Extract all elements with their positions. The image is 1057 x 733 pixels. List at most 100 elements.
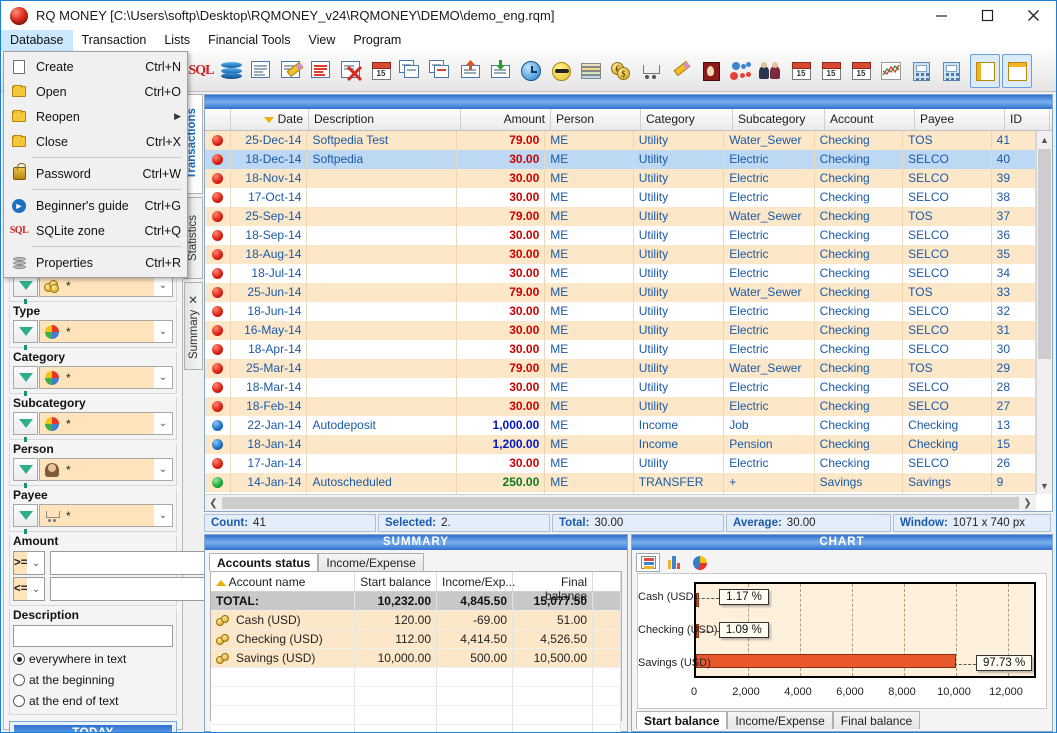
table-row[interactable]: 25-Mar-14 79.00 ME Utility Water_Sewer Checki… <box>205 359 1036 378</box>
scroll-left-icon[interactable]: ❮ <box>205 495 222 511</box>
copy-transactions-icon[interactable] <box>397 54 425 88</box>
cancel-record-icon[interactable] <box>337 54 365 88</box>
radio-at-the-beginning[interactable]: at the beginning <box>13 671 173 689</box>
scroll-down-icon[interactable]: ▼ <box>1037 477 1052 494</box>
filter-funnel-payee[interactable] <box>13 504 38 534</box>
menu-transaction[interactable]: Transaction <box>73 30 156 51</box>
grid-col-payee[interactable]: Payee <box>915 109 1005 130</box>
chevron-down-icon[interactable]: ⌄ <box>154 367 172 388</box>
maximize-button[interactable] <box>964 1 1010 30</box>
view-transaction-icon[interactable] <box>247 54 275 88</box>
table-row[interactable]: 18-Mar-14 30.00 ME Utility Electric Checking S… <box>205 378 1036 397</box>
statistics-chart-icon[interactable] <box>877 54 905 88</box>
income-arrow-up-icon[interactable] <box>457 54 485 88</box>
amount-max-operator[interactable]: <= ⌄ <box>13 577 46 601</box>
table-row[interactable]: 18-Jun-14 30.00 ME Utility Electric Checking S… <box>205 302 1036 321</box>
calendar-edit-icon[interactable]: 15 <box>847 54 875 88</box>
summary-col-income-expense[interactable]: Income/Exp... <box>437 572 515 591</box>
table-row[interactable]: 14-Jan-14 Autoscheduled 250.00 ME TRANSFER + S… <box>205 473 1036 492</box>
delete-record-icon[interactable] <box>307 54 335 88</box>
grid-col-id[interactable]: ID <box>1005 109 1050 130</box>
grid-vertical-scrollbar[interactable]: ▲ ▼ <box>1036 131 1052 494</box>
amount-min-operator[interactable]: >= ⌄ <box>13 551 46 575</box>
menu-financial-tools[interactable]: Financial Tools <box>199 30 299 51</box>
chevron-down-icon[interactable]: ⌄ <box>154 459 172 480</box>
chevron-down-icon[interactable]: ⌄ <box>154 505 172 526</box>
summary-col-start-balance[interactable]: Start balance <box>355 572 437 591</box>
table-row[interactable]: 22-Jan-14 Autodeposit 1,000.00 ME Income Job C… <box>205 416 1036 435</box>
summary-account-row[interactable]: Savings (USD) 10,000.00 500.00 10,500.00 <box>211 649 621 668</box>
menu-lists[interactable]: Lists <box>155 30 199 51</box>
radio-at-the-end-of-text[interactable]: at the end of text <box>13 692 173 710</box>
table-row[interactable]: 18-Sep-14 30.00 ME Utility Electric Checking S… <box>205 226 1036 245</box>
table-row[interactable]: 18-Aug-14 30.00 ME Utility Electric Checking S… <box>205 245 1036 264</box>
grid-col-description[interactable]: Description <box>309 109 461 130</box>
description-input[interactable] <box>13 625 173 647</box>
menu-item-create[interactable]: Create Ctrl+N <box>4 54 187 79</box>
grid-horizontal-scrollbar[interactable]: ❮ ❯ <box>205 494 1036 511</box>
radio-everywhere-in-text[interactable]: everywhere in text <box>13 650 173 668</box>
tab-final-balance[interactable]: Final balance <box>832 711 921 729</box>
tab-start-balance[interactable]: Start balance <box>636 711 728 729</box>
pie-chart-icon[interactable] <box>688 553 712 572</box>
chevron-down-icon[interactable]: ⌄ <box>154 413 172 434</box>
chevron-down-icon[interactable]: ⌄ <box>27 558 44 569</box>
calendar-list-icon[interactable]: 15 <box>787 54 815 88</box>
summary-account-row[interactable]: Checking (USD) 112.00 4,414.50 4,526.50 <box>211 630 621 649</box>
shopping-cart-icon[interactable] <box>637 54 665 88</box>
grid-col-date[interactable]: Date <box>231 109 309 130</box>
minimize-button[interactable] <box>918 1 964 30</box>
filter-funnel-category[interactable] <box>13 366 38 396</box>
grid-col-amount[interactable]: Amount <box>461 109 551 130</box>
currency-rates-icon[interactable]: €$ <box>607 54 635 88</box>
grid-col-subcategory[interactable]: Subcategory <box>733 109 825 130</box>
chevron-down-icon[interactable]: ⌄ <box>154 321 172 342</box>
menu-item-close[interactable]: Close Ctrl+X <box>4 129 187 154</box>
expense-arrow-down-icon[interactable] <box>487 54 515 88</box>
menu-item-open[interactable]: Open Ctrl+O <box>4 79 187 104</box>
menu-program[interactable]: Program <box>344 30 410 51</box>
grid-col-account[interactable]: Account <box>825 109 915 130</box>
menu-view[interactable]: View <box>300 30 345 51</box>
table-row[interactable]: 25-Sep-14 79.00 ME Utility Water_Sewer Checki… <box>205 207 1036 226</box>
database-properties-icon[interactable] <box>217 54 245 88</box>
left-panel-toggle-icon[interactable] <box>970 54 1000 88</box>
calendar-scheduler-icon[interactable]: 15 <box>367 54 395 88</box>
reminders-clock-icon[interactable] <box>517 54 545 88</box>
tab-income-expense-chart[interactable]: Income/Expense <box>727 711 833 729</box>
summary-col-account-name[interactable]: Account name <box>211 572 355 591</box>
sql-zone-icon[interactable]: SQL <box>187 54 215 88</box>
table-row[interactable]: 18-Feb-14 30.00 ME Utility Electric Checking S… <box>205 397 1036 416</box>
table-row[interactable]: 17-Oct-14 30.00 ME Utility Electric Checking S… <box>205 188 1036 207</box>
chevron-down-icon[interactable]: ⌄ <box>154 275 172 296</box>
smiley-icon[interactable] <box>547 54 575 88</box>
scroll-right-icon[interactable]: ❯ <box>1019 495 1036 511</box>
table-row[interactable]: 16-May-14 30.00 ME Utility Electric Checking S… <box>205 321 1036 340</box>
person-combo[interactable]: * ⌄ <box>39 458 173 481</box>
table-row[interactable]: 25-Jun-14 79.00 ME Utility Water_Sewer Checki… <box>205 283 1036 302</box>
list-view-icon[interactable] <box>636 553 660 572</box>
grid-col-person[interactable]: Person <box>551 109 641 130</box>
menu-item-sqlite-zone[interactable]: SQL SQLite zone Ctrl+Q <box>4 218 187 243</box>
money-calculator-icon[interactable] <box>907 54 935 88</box>
category-combo[interactable]: * ⌄ <box>39 366 173 389</box>
tab-accounts-status[interactable]: Accounts status <box>209 553 319 571</box>
calendar-view-icon[interactable]: 15 <box>817 54 845 88</box>
menu-item-properties[interactable]: Properties Ctrl+R <box>4 250 187 275</box>
table-row[interactable]: 18-Apr-14 30.00 ME Utility Electric Checking S… <box>205 340 1036 359</box>
tab-income-expense[interactable]: Income/Expense <box>318 553 424 571</box>
menu-item-beginners-guide[interactable]: ► Beginner's guide Ctrl+G <box>4 193 187 218</box>
duplicate-transaction-icon[interactable] <box>427 54 455 88</box>
cards-stack-icon[interactable] <box>577 54 605 88</box>
table-row[interactable]: 18-Dec-14 Softpedia 30.00 ME Utility Electric… <box>205 150 1036 169</box>
chevron-down-icon[interactable]: ⌄ <box>27 584 44 595</box>
vtab-summary[interactable]: Summary ✕ <box>184 282 203 370</box>
grid-col-category[interactable]: Category <box>641 109 733 130</box>
payee-combo[interactable]: * ⌄ <box>39 504 173 527</box>
table-row[interactable]: 18-Jan-14 1,200.00 ME Income Pension Checking… <box>205 435 1036 454</box>
subcategory-combo[interactable]: * ⌄ <box>39 412 173 435</box>
edit-transaction-icon[interactable] <box>277 54 305 88</box>
vscroll-thumb[interactable] <box>1038 149 1051 359</box>
bar-chart-icon[interactable] <box>662 553 686 572</box>
filter-funnel-person[interactable] <box>13 458 38 488</box>
